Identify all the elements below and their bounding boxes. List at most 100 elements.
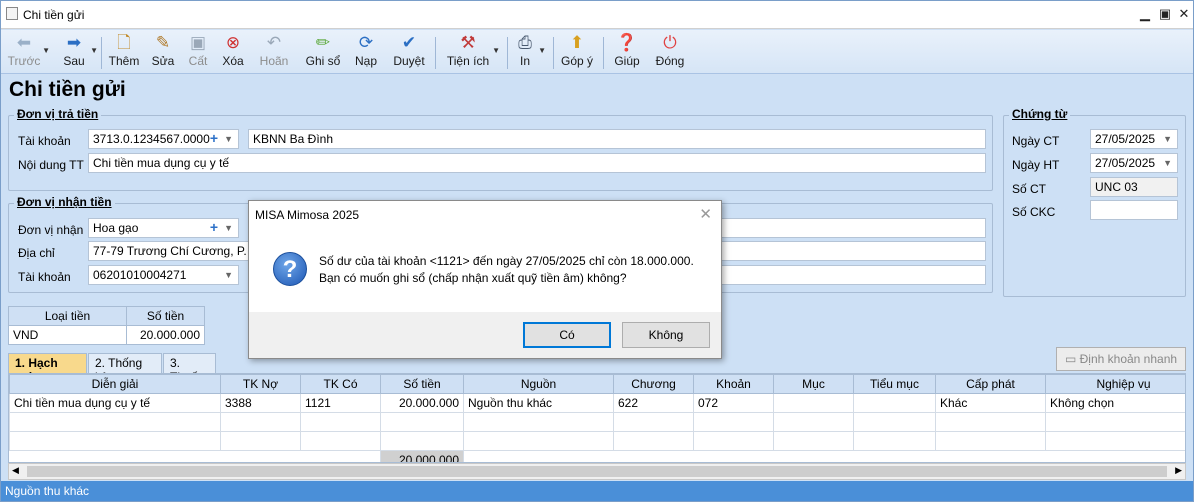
currency-amount-cell[interactable]: 20.000.000	[126, 325, 205, 345]
chevron-down-icon[interactable]: ▼	[1163, 158, 1172, 168]
grid-header: Diễn giải TK Nợ TK Có Số tiền Nguồn Chươ…	[9, 374, 1185, 394]
tab-statistics[interactable]: 2. Thống kê	[88, 353, 162, 384]
date-ct-field[interactable]: 27/05/2025 ▼	[1090, 129, 1178, 149]
save-button[interactable]: ▣ Cất	[185, 32, 211, 72]
col-header[interactable]: Số tiền	[380, 374, 464, 394]
col-header[interactable]: Khoản	[693, 374, 774, 394]
minimize-button[interactable]: ▁	[1137, 6, 1153, 22]
chevron-down-icon[interactable]: ▼	[224, 223, 233, 233]
utilities-button[interactable]: ⚒ Tiện ích ▼	[445, 32, 500, 72]
total-row: 20.000.000	[10, 450, 1186, 462]
bank-name-field[interactable]: KBNN Ba Đình	[248, 129, 986, 149]
currency-type-cell[interactable]: VND	[8, 325, 127, 345]
dialog-message: Số dư của tài khoản <1121> đến ngày 27/0…	[319, 253, 694, 287]
delete-icon: ⊗	[225, 33, 241, 52]
content-field[interactable]: Chi tiền mua dụng cụ y tế	[88, 153, 986, 173]
col-header[interactable]: Chương	[613, 374, 694, 394]
col-header[interactable]: Tiểu mục	[853, 374, 936, 394]
no-button[interactable]: Không	[622, 322, 710, 348]
toolbar-separator	[603, 37, 604, 69]
scroll-thumb[interactable]	[27, 466, 1167, 477]
table-row[interactable]: Chi tiền mua dụng cụ y tế 3388 1121 20.0…	[9, 393, 1185, 413]
col-header[interactable]: Nguồn	[463, 374, 614, 394]
tab-tax[interactable]: 3. Thuế	[163, 353, 216, 384]
plus-icon[interactable]: +	[210, 130, 218, 146]
edit-icon: ✎	[155, 33, 171, 52]
grid-cell[interactable]: Không chọn	[1045, 393, 1185, 413]
feedback-button[interactable]: ⬆ Góp ý	[559, 32, 595, 72]
window-title: Chi tiền gửi	[23, 8, 85, 22]
accounting-grid: Diễn giải TK Nợ TK Có Số tiền Nguồn Chươ…	[8, 373, 1186, 463]
grid-cell[interactable]: 072	[693, 393, 774, 413]
horizontal-scrollbar[interactable]: ◀ ▶	[8, 463, 1186, 480]
grid-cell[interactable]: 1121	[300, 393, 381, 413]
date-ct-label: Ngày CT	[1012, 134, 1060, 148]
save-icon: ▣	[189, 33, 207, 52]
grid-cell[interactable]: 622	[613, 393, 694, 413]
quick-entry-button[interactable]: ▭ Định khoản nhanh	[1056, 347, 1186, 371]
col-header[interactable]: TK Có	[300, 374, 381, 394]
close-window-button[interactable]: ✕	[1176, 6, 1192, 22]
scroll-left-icon[interactable]: ◀	[12, 465, 19, 476]
print-button[interactable]: ⎙ In ▼	[513, 32, 546, 72]
so-ct-field[interactable]: UNC 03	[1090, 177, 1178, 197]
payer-account-value: 3713.0.1234567.0000	[93, 132, 210, 146]
table-row[interactable]	[9, 431, 1185, 451]
col-header[interactable]: Diễn giải	[9, 374, 221, 394]
postpone-button[interactable]: ↶ Hoãn	[257, 32, 291, 72]
address-value: 77-79 Trương Chí Cương, P. Hòa	[93, 244, 273, 258]
question-icon: ?	[273, 252, 307, 286]
so-ckc-field[interactable]	[1090, 200, 1178, 220]
main-window: Chi tiền gửi ▁ ▣ ✕ ⬅ Trước ▼ ➡ Sau ▼ 🗋 Thêm ✎…	[0, 0, 1194, 502]
refresh-icon: ⟳	[358, 33, 374, 52]
grid-cell[interactable]: Chi tiền mua dụng cụ y tế	[9, 393, 221, 413]
page-title: Chi tiền gửi	[9, 78, 126, 101]
grid-cell[interactable]: 20.000.000	[380, 393, 464, 413]
undo-icon: ↶	[266, 33, 282, 52]
table-row[interactable]	[9, 412, 1185, 432]
delete-button[interactable]: ⊗ Xóa	[219, 32, 247, 72]
maximize-button[interactable]: ▣	[1157, 6, 1173, 22]
chevron-down-icon[interactable]: ▼	[224, 270, 233, 280]
quick-entry-icon: ▭	[1064, 352, 1080, 366]
prev-button[interactable]: ⬅ Trước ▼	[7, 32, 50, 72]
new-document-icon: 🗋	[117, 33, 131, 52]
currency-type-header: Loại tiền	[8, 306, 127, 326]
col-header[interactable]: Cấp phát	[935, 374, 1046, 394]
next-button[interactable]: ➡ Sau ▼	[59, 32, 98, 72]
payer-account-select[interactable]: 3713.0.1234567.0000 + ▼	[88, 129, 239, 149]
post-button[interactable]: ✏ Ghi sổ	[303, 32, 343, 72]
scroll-right-icon[interactable]: ▶	[1175, 465, 1182, 476]
grid-cell[interactable]	[853, 393, 936, 413]
add-button[interactable]: 🗋 Thêm	[107, 32, 141, 72]
grid-cell[interactable]: 3388	[220, 393, 301, 413]
date-ht-field[interactable]: 27/05/2025 ▼	[1090, 153, 1178, 173]
dialog-close-button[interactable]: ✕	[699, 205, 712, 223]
grid-cell[interactable]	[773, 393, 854, 413]
close-button[interactable]: ⏻ Đóng	[653, 32, 687, 72]
payee-unit-select[interactable]: Hoa gạo + ▼	[88, 218, 239, 238]
yes-button[interactable]: Có	[523, 322, 611, 348]
payee-account-value: 06201010004271	[93, 268, 187, 282]
reload-button[interactable]: ⟳ Nạp	[353, 32, 379, 72]
payee-account-select[interactable]: 06201010004271 ▼	[88, 265, 239, 285]
so-ct-value: UNC 03	[1095, 180, 1138, 194]
plus-icon[interactable]: +	[210, 219, 218, 235]
chevron-down-icon[interactable]: ▼	[1163, 134, 1172, 144]
col-header[interactable]: TK Nợ	[220, 374, 301, 394]
payee-unit-value: Hoa gạo	[93, 221, 139, 235]
grid-cell[interactable]: Khác	[935, 393, 1046, 413]
tab-accounting[interactable]: 1. Hạch toán	[8, 353, 87, 384]
chevron-down-icon[interactable]: ▼	[224, 134, 233, 144]
power-icon: ⏻	[663, 33, 677, 52]
col-header[interactable]: Nghiệp vụ	[1045, 374, 1185, 394]
dialog-footer: Có Không	[249, 312, 721, 358]
grid-cell[interactable]: Nguồn thu khác	[463, 393, 614, 413]
help-button[interactable]: ❓ Giúp	[611, 32, 643, 72]
toolbar-separator	[553, 37, 554, 69]
chevron-down-icon: ▼	[42, 46, 50, 55]
col-header[interactable]: Mục	[773, 374, 854, 394]
title-bar: Chi tiền gửi ▁ ▣ ✕	[1, 1, 1193, 29]
approve-button[interactable]: ✔ Duyệt	[391, 32, 427, 72]
edit-button[interactable]: ✎ Sửa	[149, 32, 177, 72]
